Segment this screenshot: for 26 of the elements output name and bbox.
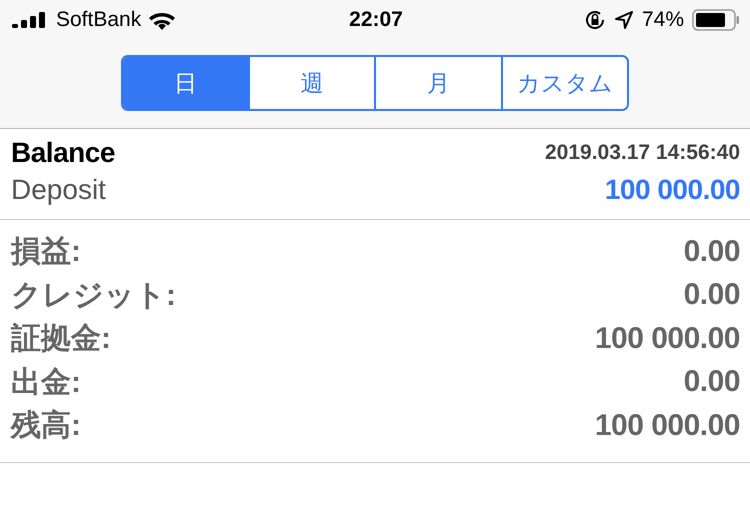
location-arrow-icon bbox=[614, 10, 634, 30]
period-tab[interactable]: カスタム bbox=[500, 57, 627, 109]
summary-label: 損益: bbox=[11, 234, 81, 270]
operation-type: Deposit bbox=[11, 174, 106, 206]
battery-percent: 74% bbox=[642, 8, 684, 32]
operation-datetime: 2019.03.17 14:56:40 bbox=[545, 141, 740, 165]
summary-value: 0.00 bbox=[684, 234, 740, 269]
summary-label: 証拠金: bbox=[11, 321, 111, 358]
clock-time: 22:07 bbox=[349, 8, 403, 32]
wifi-icon bbox=[149, 10, 176, 30]
summary-value: 0.00 bbox=[684, 278, 740, 312]
summary-label: 出金: bbox=[11, 364, 81, 401]
battery-icon bbox=[692, 9, 740, 31]
operation-amount: 100 000.00 bbox=[604, 174, 740, 206]
summary-value: 100 000.00 bbox=[594, 322, 740, 356]
carrier-name: SoftBank bbox=[56, 8, 142, 32]
period-tab[interactable]: 週 bbox=[248, 57, 374, 109]
period-tab[interactable]: 日 bbox=[123, 57, 248, 109]
summary-value: 100 000.00 bbox=[594, 408, 740, 443]
summary-label: クレジット: bbox=[11, 278, 176, 314]
rotation-lock-icon bbox=[584, 9, 606, 31]
summary-label: 残高: bbox=[11, 408, 81, 444]
operation-title: Balance bbox=[11, 137, 115, 169]
signal-icon bbox=[12, 12, 48, 28]
period-tab[interactable]: 月 bbox=[374, 57, 500, 109]
summary-value: 0.00 bbox=[684, 365, 740, 400]
